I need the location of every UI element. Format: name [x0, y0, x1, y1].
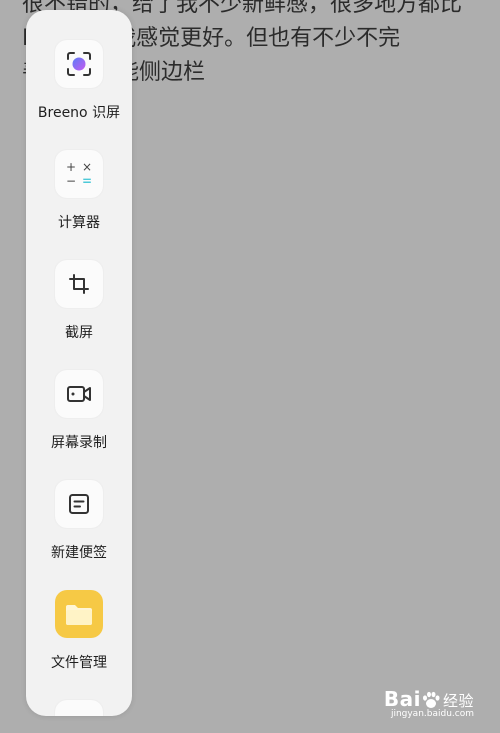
note-icon: [55, 480, 103, 528]
sidebar-item-file-manager[interactable]: 文件管理: [26, 590, 132, 672]
smart-sidebar: Breeno 识屏 + × − = 计算器 截屏 屏幕录制 新建便签 文件管理: [26, 10, 132, 716]
sidebar-item-screenshot[interactable]: 截屏: [26, 260, 132, 342]
breeno-scan-icon: [55, 40, 103, 88]
screen-record-icon: [55, 370, 103, 418]
watermark-url: jingyan.baidu.com: [390, 709, 474, 719]
sidebar-item-partial[interactable]: [26, 700, 132, 716]
watermark-suffix: 经验: [442, 692, 474, 710]
crop-screenshot-icon: [55, 260, 103, 308]
watermark-brand: Bai: [383, 687, 421, 711]
sidebar-item-new-note[interactable]: 新建便签: [26, 480, 132, 562]
sidebar-item-calculator[interactable]: + × − = 计算器: [26, 150, 132, 232]
baidu-jingyan-watermark: Bai 经验 jingyan.baidu.com: [384, 687, 474, 719]
sidebar-item-label: Breeno 识屏: [37, 105, 121, 121]
sidebar-item-screen-record[interactable]: 屏幕录制: [26, 370, 132, 452]
sidebar-item-label: 新建便签: [51, 545, 107, 561]
folder-icon: [55, 590, 103, 638]
sidebar-item-label: 截屏: [65, 325, 93, 341]
partial-icon: [55, 700, 103, 716]
paw-icon: [422, 691, 440, 708]
sidebar-item-label: 计算器: [58, 215, 100, 231]
sidebar-item-label: 屏幕录制: [51, 435, 107, 451]
sidebar-item-breeno-scan[interactable]: Breeno 识屏: [26, 40, 132, 122]
calculator-icon: + × − =: [55, 150, 103, 198]
sidebar-item-label: 文件管理: [51, 655, 107, 671]
